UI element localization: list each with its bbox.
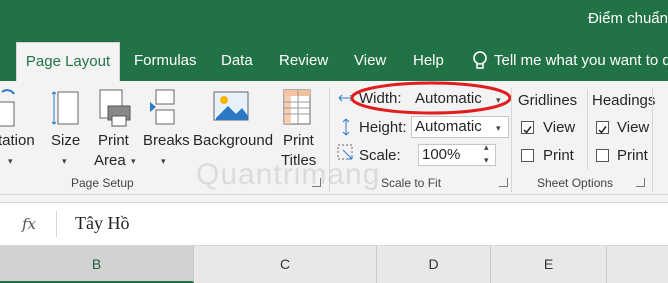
print-area-label-2[interactable]: Area [94,152,126,169]
fx-icon[interactable]: fx [22,215,36,233]
sheet-options-group-label: Sheet Options [537,176,614,190]
headings-view-checkbox[interactable] [596,121,609,134]
breaks-button[interactable]: Breaks [143,132,190,149]
column-header-d[interactable]: D [377,246,491,283]
gridlines-print-checkbox[interactable] [521,149,534,162]
tab-data[interactable]: Data [221,52,253,69]
background-icon[interactable] [212,88,250,124]
print-titles-icon[interactable] [282,88,312,128]
tab-review[interactable]: Review [279,52,328,69]
width-highlight-ellipse [349,80,513,116]
group-separator [511,88,512,192]
watermark: Quantrimang [196,158,381,191]
headings-label: Headings [592,92,656,109]
formula-bar: fx Tây Hồ [0,202,668,246]
print-area-icon[interactable] [96,88,132,128]
tab-view[interactable]: View [354,52,386,69]
tab-formulas[interactable]: Formulas [134,52,197,69]
scale-to-fit-launcher-icon[interactable] [499,178,508,187]
formula-separator [56,211,57,237]
tab-help[interactable]: Help [413,52,444,69]
orientation-button[interactable]: tation [0,132,35,149]
print-area-caret-icon[interactable]: ▾ [131,156,136,167]
sheet-options-launcher-icon[interactable] [636,178,645,187]
gridlines-print-label[interactable]: Print [543,147,574,164]
gridlines-view-label[interactable]: View [543,119,575,136]
orientation-caret-icon[interactable]: ▾ [8,156,13,167]
column-header-e[interactable]: E [491,246,607,283]
column-headers: B C D E [0,246,668,283]
print-titles-label-1[interactable]: Print [283,132,314,149]
height-icon [338,118,354,136]
headings-view-label[interactable]: View [617,119,649,136]
document-title: Điểm chuẩn [587,10,668,27]
page-setup-group-label: Page Setup [71,176,134,190]
gridlines-label: Gridlines [518,92,578,109]
height-dropdown-caret-icon[interactable]: ▾ [496,123,501,134]
headings-print-checkbox[interactable] [596,149,609,162]
tell-me-search[interactable]: Tell me what you want to d [494,52,668,69]
group-separator [652,88,653,192]
gridlines-view-checkbox[interactable] [521,121,534,134]
size-caret-icon[interactable]: ▾ [62,156,67,167]
headings-print-label[interactable]: Print [617,147,648,164]
height-label: Height: [359,119,407,136]
column-header-f[interactable] [607,246,668,283]
group-separator [587,90,588,170]
size-icon[interactable] [51,88,80,128]
scale-down-icon[interactable]: ▾ [484,155,489,166]
background-button[interactable]: Background [193,132,273,149]
formula-input[interactable]: Tây Hồ [75,213,129,234]
orientation-icon[interactable] [0,88,20,128]
breaks-caret-icon[interactable]: ▾ [161,156,166,167]
scale-to-fit-group-label: Scale to Fit [381,176,442,190]
scale-up-icon[interactable]: ▴ [484,142,489,153]
column-header-b[interactable]: B [0,246,194,283]
size-button[interactable]: Size [51,132,80,149]
height-dropdown[interactable]: Automatic [411,116,509,138]
lightbulb-icon[interactable] [471,50,489,72]
print-area-label-1[interactable]: Print [98,132,129,149]
column-header-c[interactable]: C [194,246,377,283]
breaks-icon[interactable] [148,88,178,128]
tab-page-layout[interactable]: Page Layout [16,42,120,81]
